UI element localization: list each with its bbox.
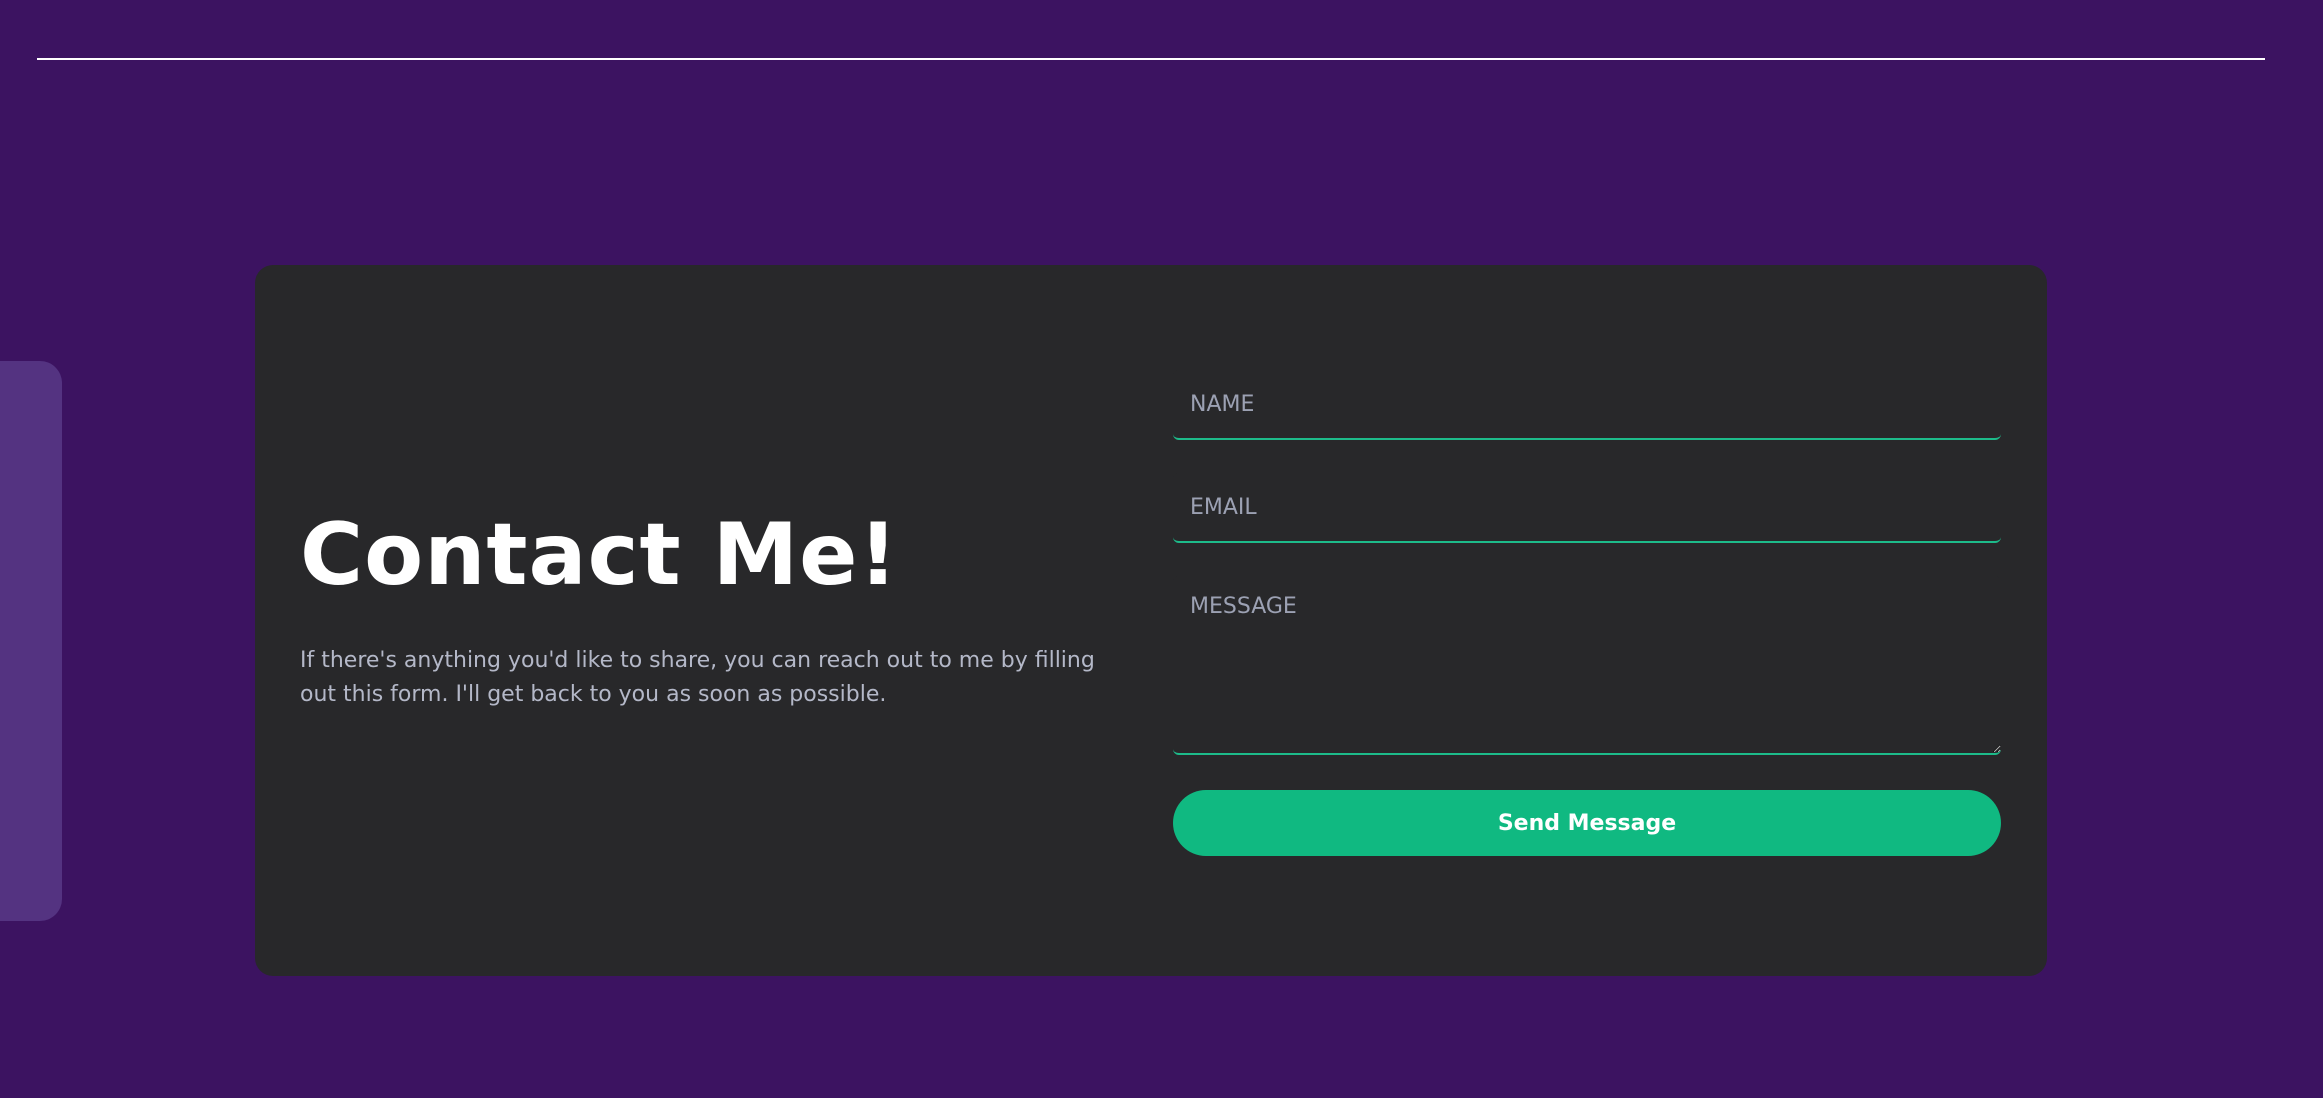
message-field[interactable]: [1173, 576, 2001, 755]
contact-card: Contact Me! If there's anything you'd li…: [255, 265, 2047, 976]
email-field[interactable]: [1173, 473, 2001, 543]
contact-form: Send Message: [1173, 370, 2001, 856]
page-title: Contact Me!: [300, 505, 899, 605]
side-panel-tab[interactable]: [0, 361, 62, 921]
name-field[interactable]: [1173, 370, 2001, 440]
contact-page: Contact Me! If there's anything you'd li…: [0, 0, 2323, 1098]
contact-intro: Contact Me! If there's anything you'd li…: [300, 500, 1120, 712]
contact-description: If there's anything you'd like to share,…: [300, 648, 1095, 707]
send-message-button[interactable]: Send Message: [1173, 790, 2001, 856]
header-divider: [37, 58, 2265, 60]
